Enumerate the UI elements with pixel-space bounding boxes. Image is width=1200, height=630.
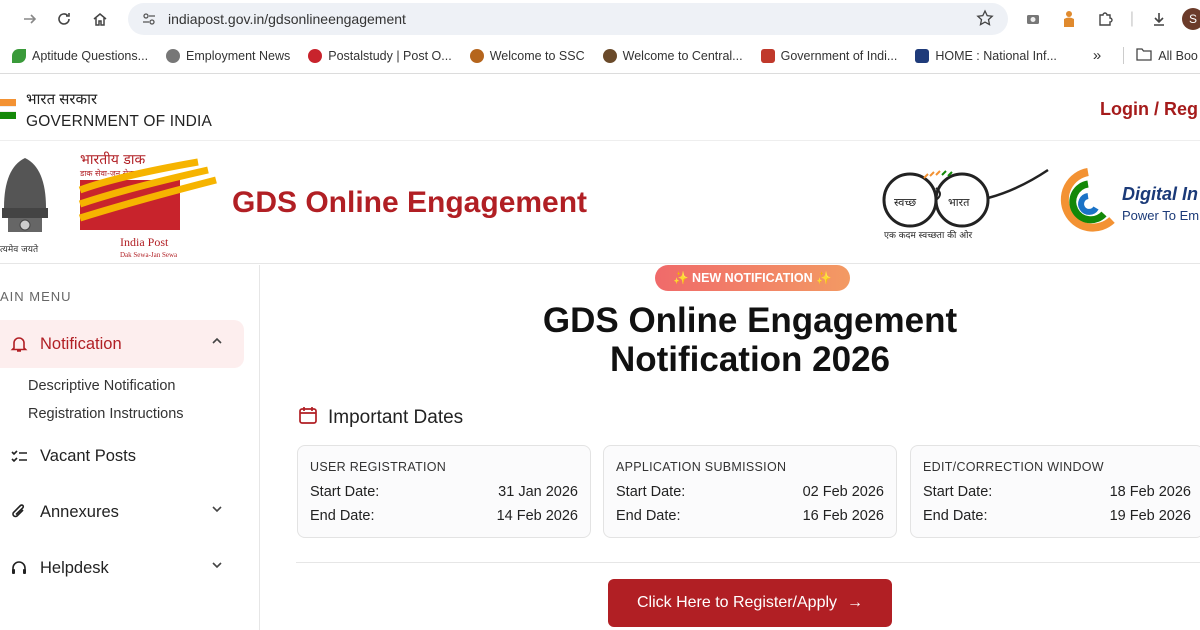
india-post-logo: भारतीय डाक डाक सेवा-जन सेवा India Post D… <box>58 148 218 260</box>
end-date-row: End Date: 14 Feb 2026 <box>310 508 578 524</box>
bookmark-item[interactable]: Government of Indi... <box>760 48 897 63</box>
sidebar-item-label: Helpdesk <box>40 558 109 577</box>
all-bookmarks-button[interactable]: All Boo <box>1123 47 1198 64</box>
government-emblem-icon <box>760 48 775 63</box>
profile-avatar[interactable]: S <box>1182 8 1200 30</box>
bookmark-item[interactable]: Employment News <box>166 48 290 63</box>
browser-toolbar: indiapost.gov.in/gdsonlineengagement | S <box>0 0 1200 38</box>
reload-icon[interactable] <box>46 1 82 37</box>
bookmark-item[interactable]: Aptitude Questions... <box>12 48 148 63</box>
brand-header: त्यमेव जयते भारतीय डाक डाक सेवा-जन सेवा … <box>0 142 1200 264</box>
sidebar-subitem-registration-instructions[interactable]: Registration Instructions <box>28 406 184 422</box>
chevron-down-icon[interactable] <box>210 558 224 577</box>
svg-text:Dak Sewa-Jan Sewa: Dak Sewa-Jan Sewa <box>120 251 178 259</box>
page-title-line-2: Notification 2026 <box>609 340 891 379</box>
sidebar-subitem-descriptive-notification[interactable]: Descriptive Notification <box>28 378 175 394</box>
calendar-icon <box>298 405 318 431</box>
svg-text:एक कदम स्वच्छता की ओर: एक कदम स्वच्छता की ओर <box>884 229 972 241</box>
svg-text:त्यमेव जयते: त्यमेव जयते <box>0 243 39 255</box>
date-card-title: EDIT/CORRECTION WINDOW <box>923 460 1104 474</box>
paperclip-icon <box>6 499 32 525</box>
camera-icon[interactable] <box>1020 6 1046 32</box>
extensions-puzzle-icon[interactable] <box>1092 6 1118 32</box>
date-card-title: APPLICATION SUBMISSION <box>616 460 787 474</box>
login-register-link[interactable]: Login / Reg <box>1100 99 1198 120</box>
main-content: ✨ NEW NOTIFICATION ✨ GDS Online Engageme… <box>262 265 1200 630</box>
svg-text:भारतीय डाक: भारतीय डाक <box>80 151 145 168</box>
bookmark-item[interactable]: HOME : National Inf... <box>915 48 1057 63</box>
digital-india-logo: Digital In Power To Emp <box>1056 164 1200 244</box>
site-title: GDS Online Engagement <box>232 186 588 219</box>
bookmark-item[interactable]: Welcome to Central... <box>602 48 743 63</box>
register-apply-button[interactable]: Click Here to Register/Apply → <box>608 579 892 627</box>
date-card-user-registration: USER REGISTRATION Start Date: 31 Jan 2026… <box>297 445 591 538</box>
sidebar-item-vacant-posts[interactable]: Vacant Posts <box>0 432 244 480</box>
government-english-label: GOVERNMENT OF INDIA <box>26 113 213 130</box>
date-card-title: USER REGISTRATION <box>310 460 447 474</box>
svg-text:स्वच्छ: स्वच्छ <box>894 196 916 209</box>
arrow-right-icon: → <box>847 594 864 611</box>
india-flag-icon <box>0 99 16 119</box>
national-emblem-logo: त्यमेव जयते <box>0 148 50 258</box>
forward-icon[interactable] <box>12 1 48 37</box>
bookmark-star-icon[interactable] <box>976 9 994 32</box>
home-icon[interactable] <box>82 1 118 37</box>
download-icon[interactable] <box>1146 6 1172 32</box>
chevron-down-icon[interactable] <box>210 502 224 521</box>
extension-figure-icon[interactable] <box>1056 6 1082 32</box>
start-date-row: Start Date: 02 Feb 2026 <box>616 484 884 500</box>
folder-icon <box>1136 47 1152 64</box>
headset-icon <box>6 555 32 581</box>
bookmarks-bar: Aptitude Questions... Employment News Po… <box>0 38 1200 74</box>
end-date-row: End Date: 19 Feb 2026 <box>923 508 1191 524</box>
swachh-bharat-logo: स्वच्छ भारत एक कदम स्वच्छता की ओर <box>878 160 1054 248</box>
digital-india-tagline: Power To Emp <box>1122 208 1200 223</box>
date-card-edit-correction-window: EDIT/CORRECTION WINDOW Start Date: 18 Feb… <box>910 445 1200 538</box>
date-card-application-submission: APPLICATION SUBMISSION Start Date: 02 Feb… <box>603 445 897 538</box>
separator: | <box>1129 10 1135 27</box>
bookmark-item[interactable]: Welcome to SSC <box>469 48 585 63</box>
government-hindi-label: भारत सरकार <box>26 91 98 108</box>
digital-india-title: Digital In <box>1122 184 1198 204</box>
central-emblem-icon <box>602 48 617 63</box>
globe-icon <box>166 48 181 63</box>
site-info-icon[interactable] <box>138 8 160 30</box>
svg-text:India Post: India Post <box>120 235 169 249</box>
sidebar-item-label: Annexures <box>40 502 119 521</box>
bookmark-item[interactable]: Postalstudy | Post O... <box>308 48 452 63</box>
leaf-icon <box>12 48 26 63</box>
sidebar-item-helpdesk[interactable]: Helpdesk <box>0 544 244 592</box>
new-notification-badge: ✨ NEW NOTIFICATION ✨ <box>655 265 850 291</box>
government-bar: भारत सरकार GOVERNMENT OF INDIA Login / R… <box>0 75 1200 141</box>
toolbar-actions: | S <box>1020 0 1200 38</box>
sidebar-item-annexures[interactable]: Annexures <box>0 488 244 536</box>
divider <box>296 562 1200 563</box>
page-title-line-1: GDS Online Engagement <box>542 301 958 340</box>
start-date-row: Start Date: 18 Feb 2026 <box>923 484 1191 500</box>
pinterest-icon <box>308 48 323 63</box>
url-text: indiapost.gov.in/gdsonlineengagement <box>168 11 406 27</box>
end-date-row: End Date: 16 Feb 2026 <box>616 508 884 524</box>
nic-icon <box>915 48 930 63</box>
start-date-row: Start Date: 31 Jan 2026 <box>310 484 578 500</box>
svg-text:भारत: भारत <box>948 196 970 209</box>
list-check-icon <box>6 443 32 469</box>
address-bar[interactable]: indiapost.gov.in/gdsonlineengagement <box>128 3 1008 35</box>
more-bookmarks-button[interactable]: » <box>1093 47 1101 64</box>
sidebar-item-label: Vacant Posts <box>40 446 136 465</box>
important-dates-heading: Important Dates <box>298 405 463 431</box>
ssc-emblem-icon <box>469 48 484 63</box>
